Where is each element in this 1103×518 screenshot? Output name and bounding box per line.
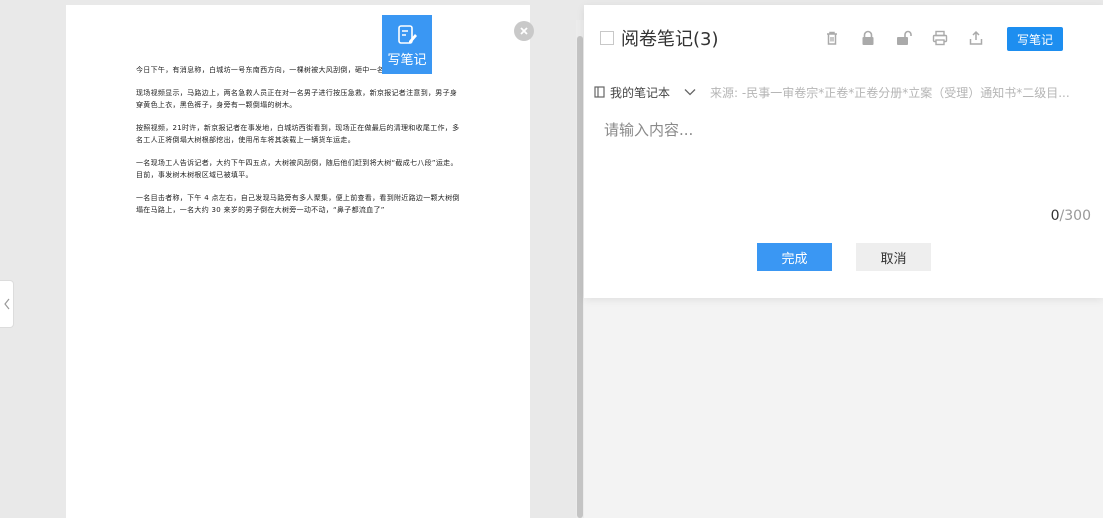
float-write-note-label: 写笔记 — [387, 53, 427, 68]
notes-header: 阅卷笔记(3) 写笔记 — [584, 5, 1103, 67]
chevron-down-icon[interactable] — [684, 88, 696, 96]
lock-icon[interactable] — [860, 30, 876, 46]
collapse-left-panel-button[interactable] — [0, 280, 14, 328]
char-counter-current: 0 — [1050, 208, 1060, 224]
notebook-selector[interactable]: 我的笔记本 — [610, 84, 670, 101]
export-icon[interactable] — [968, 30, 984, 46]
notes-list-area — [584, 298, 1103, 518]
document-paragraph: 按照视频，21时许，新京报记者在事发地，白城坊西街看到，现场正在做最后的清理和收… — [136, 124, 460, 144]
document-paragraph: 一名现场工人告诉记者，大约下午四五点，大树被风刮倒，随后他们赶到将大树“截成七八… — [136, 159, 458, 179]
print-icon[interactable] — [932, 30, 948, 46]
trash-icon[interactable] — [824, 30, 840, 46]
float-write-note-button[interactable]: 写笔记 — [382, 15, 432, 74]
cancel-button[interactable]: 取消 — [856, 243, 931, 271]
notebook-icon — [594, 86, 605, 98]
notes-panel: 阅卷笔记(3) 写笔记 我的笔记本 来源: -民事一审卷宗*正卷*正卷分册*立案… — [584, 5, 1103, 298]
select-all-checkbox[interactable] — [600, 31, 614, 45]
note-source-row: 我的笔记本 来源: -民事一审卷宗*正卷*正卷分册*立案（受理）通知书*二级目.… — [594, 83, 1094, 101]
close-icon — [520, 27, 528, 35]
unlock-icon[interactable] — [896, 30, 912, 46]
chevron-left-icon — [3, 298, 9, 310]
notes-toolbar — [824, 30, 1004, 46]
close-button[interactable] — [514, 21, 534, 41]
document-page: 今日下午，有消息称，白城坊一号东南西方向，一棵树被大风刮倒，砸中一名外卖骑手。 … — [66, 5, 530, 518]
notes-title: 阅卷笔记(3) — [621, 29, 719, 50]
char-counter-max: /300 — [1059, 208, 1091, 224]
note-content-input[interactable] — [604, 119, 1084, 209]
edit-note-icon — [398, 25, 417, 44]
document-paragraph: 现场视频显示，马路边上，两名急救人员正在对一名男子进行按压急救，新京报记者注意到… — [136, 89, 458, 109]
scrollbar-thumb[interactable] — [577, 36, 583, 518]
write-note-button[interactable]: 写笔记 — [1007, 27, 1063, 51]
document-body: 今日下午，有消息称，白城坊一号东南西方向，一棵树被大风刮倒，砸中一名外卖骑手。 … — [136, 64, 464, 227]
confirm-button[interactable]: 完成 — [757, 243, 832, 271]
char-counter: 0/300 — [1024, 208, 1091, 224]
note-source-text: 来源: -民事一审卷宗*正卷*正卷分册*立案（受理）通知书*二级目... — [710, 85, 1070, 100]
document-paragraph: 一名目击者称，下午 4 点左右，自己发现马路旁有多人聚集，便上前查看，看到附近路… — [136, 194, 460, 214]
